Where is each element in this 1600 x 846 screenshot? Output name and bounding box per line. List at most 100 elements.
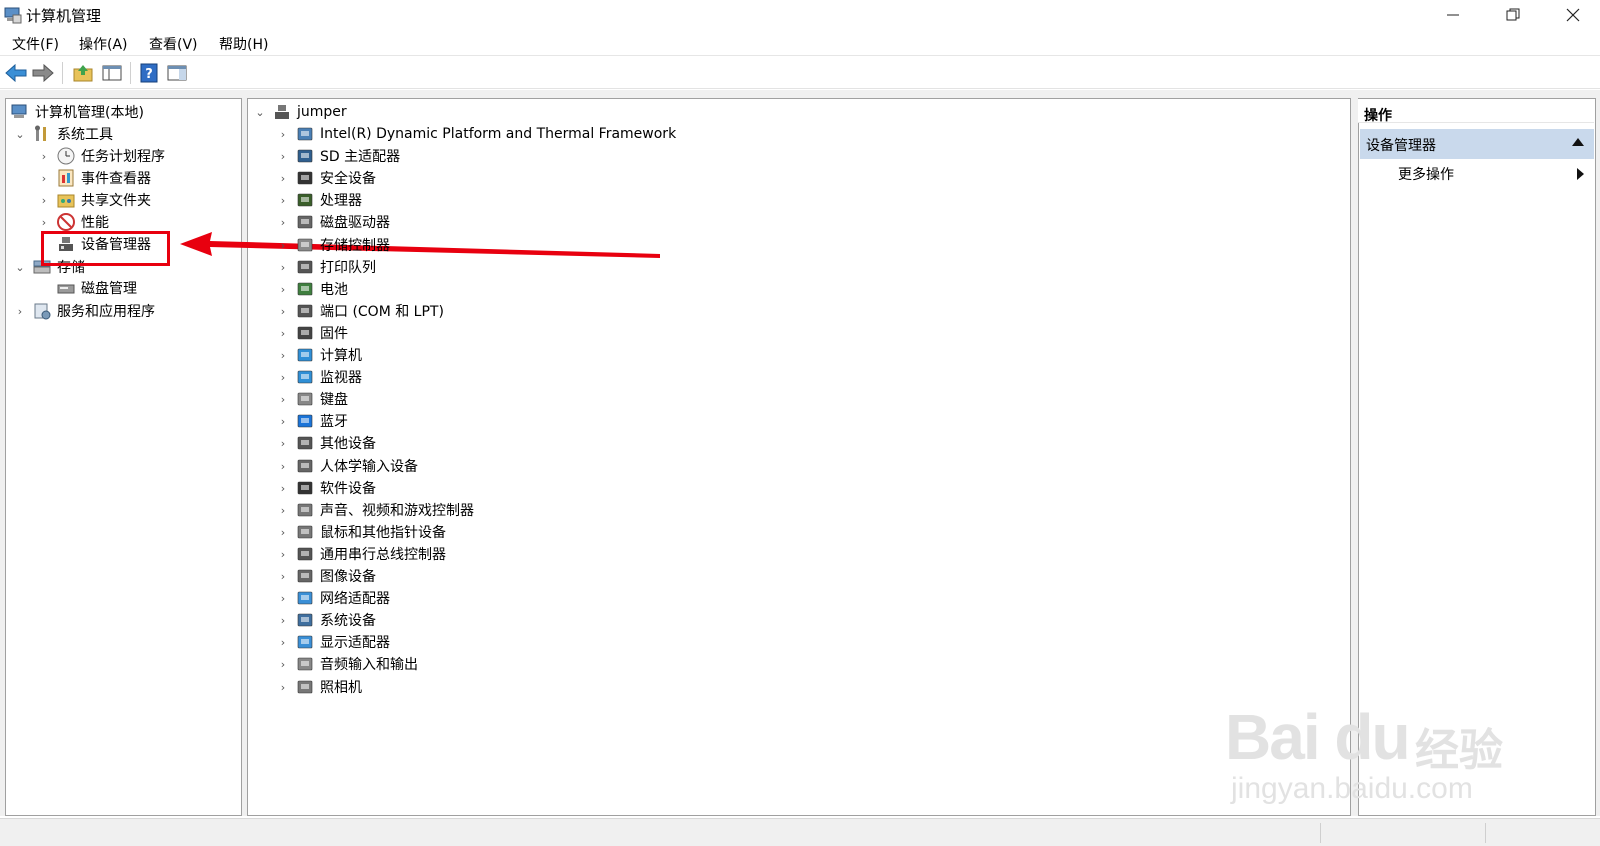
device-category-row[interactable]: › 人体学输入设备	[276, 455, 418, 477]
tree-item-disk-management[interactable]: 磁盘管理	[51, 277, 137, 299]
device-category-row[interactable]: › 电池	[276, 278, 348, 300]
tree-item-task-scheduler[interactable]: › 任务计划程序	[37, 145, 165, 167]
chevron-right-icon[interactable]: ›	[276, 304, 290, 318]
chevron-right-icon[interactable]: ›	[276, 414, 290, 428]
device-category-row[interactable]: › 端口 (COM 和 LPT)	[276, 300, 444, 322]
device-category-row[interactable]: › 磁盘驱动器	[276, 211, 390, 233]
bluetooth-icon	[296, 412, 314, 430]
menu-action[interactable]: 操作(A)	[79, 34, 128, 54]
device-category-row[interactable]: › 蓝牙	[276, 410, 348, 432]
chevron-right-icon[interactable]: ›	[276, 525, 290, 539]
close-button[interactable]	[1543, 0, 1600, 30]
show-hide-tree-button[interactable]	[99, 60, 125, 86]
chevron-right-icon[interactable]: ›	[276, 459, 290, 473]
chevron-right-icon[interactable]: ›	[276, 591, 290, 605]
tree-item-event-viewer[interactable]: › 事件查看器	[37, 167, 151, 189]
show-hide-tree-icon	[102, 65, 122, 81]
chevron-right-icon[interactable]: ›	[276, 503, 290, 517]
device-category-row[interactable]: › 固件	[276, 322, 348, 344]
device-category-row[interactable]: › 处理器	[276, 189, 362, 211]
chevron-right-icon[interactable]: ›	[276, 260, 290, 274]
chevron-right-icon[interactable]: ›	[276, 635, 290, 649]
minimize-icon	[1447, 14, 1459, 16]
device-category-row[interactable]: › 通用串行总线控制器	[276, 543, 446, 565]
menu-view[interactable]: 查看(V)	[149, 34, 198, 54]
tree-label: 共享文件夹	[81, 193, 151, 209]
device-category-row[interactable]: › 打印队列	[276, 256, 376, 278]
device-category-row[interactable]: › 图像设备	[276, 565, 376, 587]
show-hide-action-pane-button[interactable]	[164, 60, 190, 86]
chevron-right-icon[interactable]: ›	[276, 282, 290, 296]
chevron-right-icon[interactable]: ›	[276, 392, 290, 406]
minimize-button[interactable]	[1423, 0, 1483, 30]
chevron-right-icon[interactable]: ›	[276, 215, 290, 229]
device-category-row[interactable]: › 监视器	[276, 366, 362, 388]
chevron-right-icon[interactable]: ›	[276, 326, 290, 340]
services-icon	[33, 302, 51, 320]
device-category-row[interactable]: › 系统设备	[276, 609, 376, 631]
back-button[interactable]	[3, 60, 29, 86]
menu-file[interactable]: 文件(F)	[12, 34, 59, 54]
device-category-row[interactable]: › 安全设备	[276, 167, 376, 189]
device-category-row[interactable]: › 存储控制器	[276, 234, 390, 256]
tree-root-computer-management[interactable]: 计算机管理(本地)	[9, 101, 144, 123]
chevron-right-icon[interactable]: ›	[37, 215, 51, 229]
restore-button[interactable]	[1483, 0, 1543, 30]
tree-item-performance[interactable]: › 性能	[37, 211, 109, 233]
event-viewer-icon	[57, 169, 75, 187]
firmware-icon	[296, 324, 314, 342]
camera-icon	[296, 678, 314, 696]
chevron-right-icon[interactable]: ›	[276, 149, 290, 163]
device-category-label: 键盘	[320, 392, 348, 408]
device-category-row[interactable]: › 计算机	[276, 344, 362, 366]
chevron-right-icon[interactable]: ›	[276, 193, 290, 207]
tree-item-services-apps[interactable]: › 服务和应用程序	[13, 300, 155, 322]
chevron-right-icon[interactable]: ›	[13, 304, 27, 318]
device-category-label: SD 主适配器	[320, 149, 401, 165]
tree-item-shared-folders[interactable]: › 共享文件夹	[37, 189, 151, 211]
device-category-row[interactable]: › 照相机	[276, 676, 362, 698]
device-category-row[interactable]: › 其他设备	[276, 432, 376, 454]
chevron-right-icon[interactable]: ›	[37, 193, 51, 207]
more-actions-item[interactable]: 更多操作	[1398, 164, 1454, 184]
chevron-right-icon[interactable]: ›	[37, 149, 51, 163]
chevron-right-icon[interactable]: ›	[276, 348, 290, 362]
device-category-row[interactable]: › Intel(R) Dynamic Platform and Thermal F…	[276, 123, 676, 145]
device-category-row[interactable]: › 网络适配器	[276, 587, 390, 609]
chevron-right-icon[interactable]: ›	[276, 370, 290, 384]
chevron-right-icon[interactable]: ›	[276, 680, 290, 694]
device-category-row[interactable]: › 鼠标和其他指针设备	[276, 521, 446, 543]
chevron-right-icon[interactable]: ›	[276, 171, 290, 185]
forward-arrow-icon	[32, 64, 54, 82]
actions-header: 操作	[1358, 99, 1594, 124]
chevron-right-icon[interactable]: ›	[37, 171, 51, 185]
up-folder-button[interactable]	[70, 60, 96, 86]
chevron-right-icon[interactable]: ›	[276, 481, 290, 495]
chevron-down-icon[interactable]: ⌄	[13, 127, 27, 141]
forward-button[interactable]	[30, 60, 56, 86]
collapse-triangle-icon[interactable]	[1572, 138, 1584, 146]
chevron-right-icon[interactable]: ›	[276, 238, 290, 252]
help-button[interactable]: ?	[136, 60, 162, 86]
device-category-row[interactable]: › 音频输入和输出	[276, 653, 418, 675]
chevron-down-icon[interactable]: ⌄	[13, 260, 27, 274]
device-category-row[interactable]: › 声音、视频和游戏控制器	[276, 499, 474, 521]
chevron-right-icon[interactable]: ›	[276, 569, 290, 583]
device-category-row[interactable]: › SD 主适配器	[276, 145, 400, 167]
device-category-row[interactable]: › 软件设备	[276, 477, 376, 499]
chevron-right-icon[interactable]: ›	[276, 613, 290, 627]
actions-section-device-manager[interactable]: 设备管理器	[1360, 129, 1594, 159]
printer-icon	[296, 258, 314, 276]
chevron-right-icon[interactable]: ›	[276, 547, 290, 561]
chevron-right-icon[interactable]: ›	[276, 657, 290, 671]
chevron-right-icon[interactable]: ›	[276, 436, 290, 450]
chevron-down-icon[interactable]: ⌄	[253, 105, 267, 119]
baidu-watermark: Bai du 经验 jingyan.baidu.com	[1225, 680, 1525, 810]
tree-item-system-tools[interactable]: ⌄ 系统工具	[13, 123, 113, 145]
device-tree-root[interactable]: ⌄ jumper	[253, 101, 346, 123]
device-category-row[interactable]: › 显示适配器	[276, 631, 390, 653]
device-category-row[interactable]: › 键盘	[276, 388, 348, 410]
menu-help[interactable]: 帮助(H)	[219, 34, 268, 54]
device-category-label: 蓝牙	[320, 414, 348, 430]
chevron-right-icon[interactable]: ›	[276, 127, 290, 141]
